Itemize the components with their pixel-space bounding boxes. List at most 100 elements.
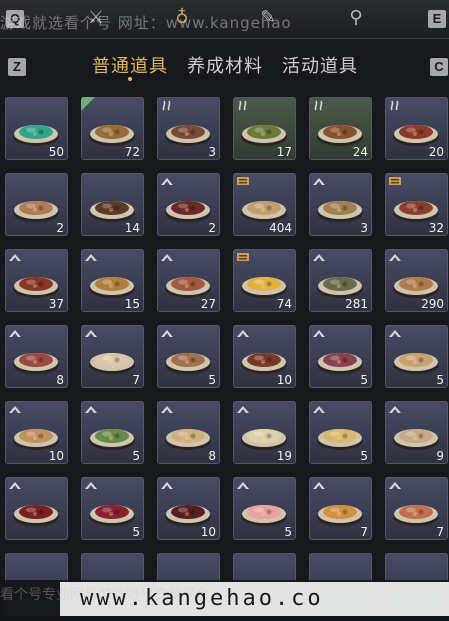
upgrade-icon [161,406,173,413]
food-dish-icon [241,277,287,298]
upgrade-icon [9,254,21,261]
food-dish-icon [89,429,135,450]
inventory-slot[interactable]: 5 [157,325,220,388]
inventory-slot[interactable]: 404 [233,173,296,236]
inventory-slot[interactable]: 8 [157,401,220,464]
food-dish-icon [165,125,211,146]
item-count: 3 [360,221,368,235]
item-count: 27 [200,297,216,311]
item-count: 7 [436,525,444,539]
item-count: 5 [360,373,368,387]
upgrade-icon [9,330,21,337]
item-count: 7 [360,525,368,539]
inventory-slot[interactable]: 290 [385,249,448,312]
item-count: 14 [124,221,140,235]
upgrade-icon [9,406,21,413]
tab-event-items[interactable]: 活动道具 [282,52,358,78]
cookbook-icon [237,177,249,185]
pouch-icon[interactable]: ♁ [170,6,194,30]
inventory-slot[interactable]: 15 [81,249,144,312]
upgrade-icon [389,482,401,489]
item-count: 5 [436,373,444,387]
food-dish-icon [393,201,439,222]
upgrade-icon [9,482,21,489]
inventory-slot[interactable]: 3 [157,97,220,160]
item-count: 10 [276,373,292,387]
scroll-icon[interactable]: ✎ [256,6,280,30]
steam-icon [314,100,323,111]
inventory-slot[interactable]: 5 [233,477,296,540]
food-dish-icon [317,201,363,222]
upgrade-icon [161,482,173,489]
category-tabs: 普通道具 养成材料 活动道具 [0,50,449,84]
inventory-slot[interactable]: 74 [233,249,296,312]
inventory-slot[interactable]: 5 [81,477,144,540]
tab-common-items[interactable]: 普通道具 [92,52,168,78]
top-bar: Q ⚔ ♁ ✎ ⚲ E [0,0,449,39]
inventory-slot[interactable]: 17 [233,97,296,160]
tab-cultivation-materials[interactable]: 养成材料 [187,52,263,78]
inventory-slot[interactable]: 10 [233,325,296,388]
inventory-slot[interactable]: 10 [157,477,220,540]
inventory-slot[interactable]: 37 [5,249,68,312]
inventory-slot[interactable]: 2 [157,173,220,236]
upgrade-icon [161,330,173,337]
food-dish-icon [13,201,59,222]
food-dish-icon [393,505,439,526]
inventory-slot[interactable]: 10 [5,401,68,464]
food-dish-icon [13,353,59,374]
food-dish-icon [165,201,211,222]
inventory-slot[interactable]: 5 [309,325,372,388]
inventory-slot[interactable]: 2 [5,173,68,236]
item-count: 8 [208,449,216,463]
inventory-slot[interactable]: 72 [81,97,144,160]
inventory-slot[interactable]: 3 [309,173,372,236]
item-count: 7 [132,373,140,387]
inventory-slot[interactable]: 24 [309,97,372,160]
food-dish-icon [89,277,135,298]
inventory-slot[interactable]: 14 [81,173,144,236]
food-dish-icon [241,505,287,526]
item-count: 5 [284,525,292,539]
item-count: 37 [48,297,64,311]
inventory-slot[interactable]: 9 [385,401,448,464]
steam-icon [238,100,247,111]
inventory-slot[interactable]: 7 [81,325,144,388]
upgrade-icon [161,178,173,185]
upgrade-icon [85,406,97,413]
food-dish-icon [241,429,287,450]
inventory-slot[interactable]: 5 [309,401,372,464]
food-dish-icon [89,505,135,526]
watermark-url-background [60,582,449,616]
inventory-slot[interactable]: 7 [385,477,448,540]
upgrade-icon [313,482,325,489]
inventory-slot[interactable]: 5 [81,401,144,464]
food-dish-icon [317,353,363,374]
upgrade-icon [313,254,325,261]
active-tab-indicator [128,77,132,81]
key-hint-q: Q [6,10,24,28]
food-dish-icon [393,353,439,374]
item-count: 10 [200,525,216,539]
inventory-slot[interactable]: 32 [385,173,448,236]
inventory-slot[interactable]: 27 [157,249,220,312]
food-dish-icon [13,429,59,450]
item-count: 72 [124,145,140,159]
inventory-slot[interactable] [5,477,68,540]
item-count: 3 [208,145,216,159]
inventory-slot[interactable]: 20 [385,97,448,160]
food-dish-icon [241,353,287,374]
inventory-slot[interactable]: 50 [5,97,68,160]
food-dish-icon [317,125,363,146]
steam-icon [390,100,399,111]
inventory-slot[interactable]: 19 [233,401,296,464]
inventory-slot[interactable]: 8 [5,325,68,388]
item-count: 404 [269,221,292,235]
upgrade-icon [313,406,325,413]
inventory-slot[interactable]: 7 [309,477,372,540]
inventory-slot[interactable]: 281 [309,249,372,312]
map-pin-icon[interactable]: ⚲ [344,6,368,30]
swords-icon[interactable]: ⚔ [84,6,108,30]
item-count: 24 [352,145,368,159]
inventory-slot[interactable]: 5 [385,325,448,388]
